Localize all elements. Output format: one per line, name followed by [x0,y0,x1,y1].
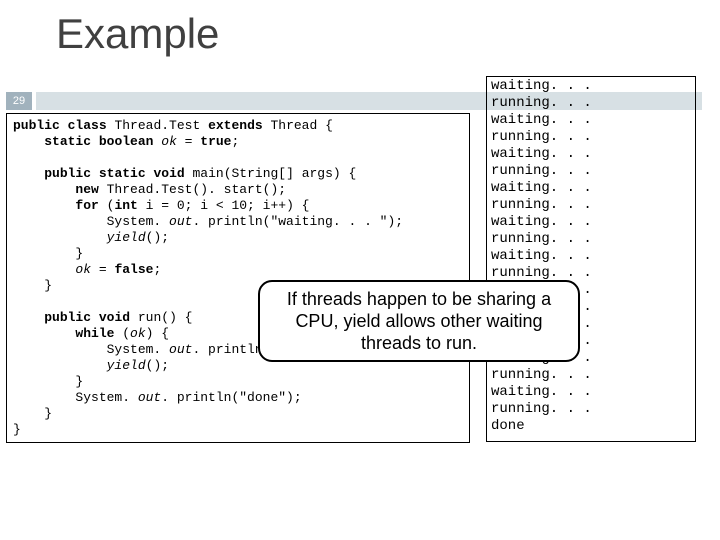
slide: Example 29 waiting. . . running. . . wai… [0,0,720,540]
page-title: Example [56,10,219,58]
page-number-badge: 29 [6,92,32,110]
program-output: waiting. . . running. . . waiting. . . r… [486,76,696,442]
callout-note: If threads happen to be sharing a CPU, y… [258,280,580,362]
code-listing: public class Thread.Test extends Thread … [6,113,470,443]
